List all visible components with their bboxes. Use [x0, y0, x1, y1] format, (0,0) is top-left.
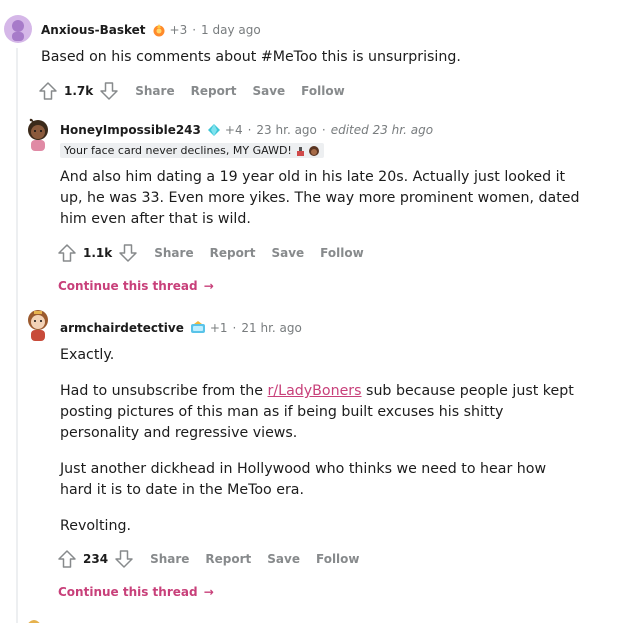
follow-button[interactable]: Follow [316, 552, 360, 566]
comment-actions: 1.1k Share Report Save Follow [57, 243, 364, 263]
comment-time: 23 hr. ago [256, 123, 317, 137]
comment-meta: Anxious-Basket +3 · 1 day ago [41, 23, 261, 37]
upvote-icon[interactable] [57, 243, 77, 263]
comment-actions: 1.7k Share Report Save Follow [38, 81, 345, 101]
upvote-icon[interactable] [57, 549, 77, 569]
follow-button[interactable]: Follow [320, 246, 364, 260]
award-icon [152, 23, 166, 37]
comment-body: Exactly. Had to unsubscribe from the r/L… [60, 345, 580, 552]
continue-thread-link[interactable]: Continue this thread → [58, 279, 214, 293]
avatar[interactable] [23, 117, 53, 153]
comment-meta: HoneyImpossible243 +4 · 23 hr. ago · edi… [60, 123, 434, 137]
person-emoji-icon [308, 145, 320, 157]
comment-paragraph: And also him dating a 19 year old in his… [60, 169, 580, 227]
share-button[interactable]: Share [135, 84, 174, 98]
comment-meta: armchairdetective +1 · 21 hr. ago [60, 321, 302, 335]
report-button[interactable]: Report [191, 84, 237, 98]
vote-count: 1.1k [83, 246, 113, 260]
continue-thread-link[interactable]: Continue this thread → [58, 585, 214, 599]
award-count: +4 [224, 123, 243, 137]
award-icon [190, 321, 206, 335]
username[interactable]: HoneyImpossible243 [60, 123, 201, 137]
comment-body: And also him dating a 19 year old in his… [60, 167, 580, 245]
comment-paragraph: Based on his comments about #MeToo this … [41, 49, 461, 65]
continue-thread-label: Continue this thread [58, 279, 198, 293]
report-button[interactable]: Report [205, 552, 251, 566]
comment-text: Had to unsubscribe from the [60, 383, 264, 399]
comment-paragraph: Just another dickhead in Hollywood who t… [60, 461, 547, 498]
vote-count: 1.7k [64, 84, 94, 98]
award-icon [207, 123, 221, 137]
avatar[interactable] [23, 307, 53, 343]
follow-button[interactable]: Follow [301, 84, 345, 98]
downvote-icon[interactable] [114, 549, 134, 569]
comment-time: 21 hr. ago [241, 321, 302, 335]
award-count: +1 [209, 321, 228, 335]
downvote-icon[interactable] [118, 243, 138, 263]
flair-text: Your face card never declines, MY GAWD! [64, 144, 292, 157]
chevron-right-icon: → [203, 585, 214, 599]
save-button[interactable]: Save [252, 84, 285, 98]
subreddit-link[interactable]: r/LadyBoners [268, 383, 362, 399]
comment-time: 1 day ago [201, 23, 261, 37]
vote-count: 234 [83, 552, 109, 566]
downvote-icon[interactable] [99, 81, 119, 101]
share-button[interactable]: Share [150, 552, 189, 566]
username[interactable]: Anxious-Basket [41, 23, 146, 37]
comment-paragraph: Exactly. [60, 347, 115, 363]
avatar[interactable] [4, 15, 32, 43]
save-button[interactable]: Save [271, 246, 304, 260]
continue-thread-label: Continue this thread [58, 585, 198, 599]
award-count: +3 [169, 23, 188, 37]
thread-line [16, 48, 18, 623]
save-button[interactable]: Save [267, 552, 300, 566]
share-button[interactable]: Share [154, 246, 193, 260]
comment-body: Based on his comments about #MeToo this … [41, 47, 601, 83]
avatar[interactable] [24, 611, 44, 623]
comment-actions: 234 Share Report Save Follow [57, 549, 360, 569]
chevron-right-icon: → [203, 279, 214, 293]
nail-polish-emoji-icon [295, 145, 307, 157]
comment-paragraph: Revolting. [60, 518, 131, 534]
edited-label: edited 23 hr. ago [330, 123, 434, 137]
username[interactable]: armchairdetective [60, 321, 184, 335]
comment-paragraph: Had to unsubscribe from the r/LadyBoners… [60, 381, 580, 444]
user-flair: Your face card never declines, MY GAWD! [60, 143, 324, 158]
upvote-icon[interactable] [38, 81, 58, 101]
report-button[interactable]: Report [210, 246, 256, 260]
